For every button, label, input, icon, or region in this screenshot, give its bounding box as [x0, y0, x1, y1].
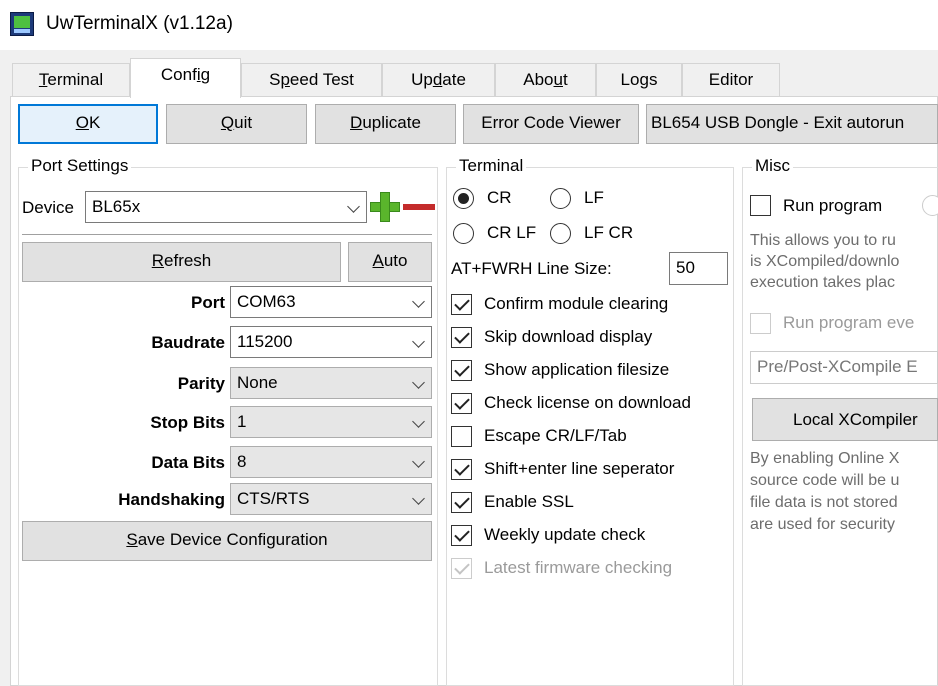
handshaking-combo[interactable]: CTS/RTS [230, 483, 432, 515]
latest-firmware-checking-checkbox[interactable] [451, 558, 472, 579]
enable-ssl-checkbox[interactable] [451, 492, 472, 513]
tab-about[interactable]: About [495, 63, 596, 96]
add-device-icon[interactable] [370, 192, 400, 222]
online-xcompile-desc-line2: source code will be u [750, 472, 900, 489]
chevron-down-icon [347, 200, 360, 213]
enable-ssl-label: Enable SSL [484, 492, 574, 511]
online-xcompile-desc-line4: are used for security [750, 516, 895, 533]
escape-crlftab-checkbox[interactable] [451, 426, 472, 447]
escape-crlftab-label: Escape CR/LF/Tab [484, 426, 627, 445]
device-label: Device [22, 198, 74, 217]
radio-lf-label: LF [584, 188, 604, 207]
handshaking-label: Handshaking [118, 490, 225, 509]
fwrh-line-size-label: AT+FWRH Line Size: [451, 259, 612, 278]
stop-bits-label: Stop Bits [150, 413, 225, 432]
latest-firmware-checking-label: Latest firmware checking [484, 558, 673, 577]
parity-combo[interactable]: None [230, 367, 432, 399]
parity-label: Parity [177, 374, 225, 393]
radio-crlf-label: CR LF [487, 223, 537, 242]
baudrate-combo[interactable]: 115200 [230, 326, 432, 358]
duplicate-button[interactable]: Duplicate [315, 104, 456, 144]
auto-button[interactable]: Auto [348, 242, 432, 282]
chevron-down-icon [412, 335, 425, 348]
chevron-down-icon [412, 455, 425, 468]
refresh-button[interactable]: Refresh [22, 242, 341, 282]
bl654-exit-autorun-button[interactable]: BL654 USB Dongle - Exit autorun [646, 104, 938, 144]
weekly-update-check-checkbox[interactable] [451, 525, 472, 546]
tab-config[interactable]: Config [130, 58, 241, 98]
confirm-module-clearing-checkbox[interactable] [451, 294, 472, 315]
local-xcompiler-button[interactable]: Local XCompiler [752, 398, 938, 441]
weekly-update-check-label: Weekly update check [484, 525, 646, 544]
radio-cr-label: CR [487, 188, 512, 207]
check-license-checkbox[interactable] [451, 393, 472, 414]
stop-bits-combo[interactable]: 1 [230, 406, 432, 438]
remove-device-icon[interactable] [403, 204, 435, 210]
radio-lf[interactable] [550, 188, 571, 209]
run-program-every-label: Run program eve [783, 313, 915, 332]
baudrate-label: Baudrate [151, 333, 225, 352]
chevron-down-icon [412, 295, 425, 308]
tab-terminal[interactable]: Terminal [12, 63, 130, 96]
port-settings-title: Port Settings [28, 156, 132, 176]
run-program-desc-line2: is XCompiled/downlo [750, 253, 900, 270]
app-icon [10, 12, 34, 36]
data-bits-combo[interactable]: 8 [230, 446, 432, 478]
run-program-every-checkbox[interactable] [750, 313, 771, 334]
shift-enter-separator-label: Shift+enter line seperator [484, 459, 675, 478]
shift-enter-separator-checkbox[interactable] [451, 459, 472, 480]
confirm-module-clearing-label: Confirm module clearing [484, 294, 669, 313]
radio-cr[interactable] [453, 188, 474, 209]
window-title: UwTerminalX (v1.12a) [46, 13, 233, 34]
quit-button[interactable]: Quit [166, 104, 307, 144]
run-program-checkbox[interactable] [750, 195, 771, 216]
run-program-desc-line1: This allows you to ru [750, 232, 896, 249]
tab-speed-test[interactable]: Speed Test [241, 63, 382, 96]
ok-button[interactable]: OK [18, 104, 158, 144]
show-application-filesize-label: Show application filesize [484, 360, 670, 379]
tab-update[interactable]: Update [382, 63, 495, 96]
show-application-filesize-checkbox[interactable] [451, 360, 472, 381]
check-license-label: Check license on download [484, 393, 691, 412]
save-device-configuration-button[interactable]: Save Device Configuration [22, 521, 432, 561]
radio-lfcr[interactable] [550, 223, 571, 244]
run-program-label: Run program [783, 196, 883, 215]
device-combo[interactable]: BL65x [85, 191, 367, 223]
port-label: Port [191, 293, 225, 312]
run-program-radio[interactable] [922, 195, 938, 216]
skip-download-display-label: Skip download display [484, 327, 653, 346]
online-xcompile-desc-line1: By enabling Online X [750, 450, 900, 467]
tab-editor[interactable]: Editor [682, 63, 780, 96]
port-combo[interactable]: COM63 [230, 286, 432, 318]
error-code-viewer-button[interactable]: Error Code Viewer [463, 104, 639, 144]
online-xcompile-desc-line3: file data is not stored [750, 494, 898, 511]
radio-lfcr-label: LF CR [584, 223, 634, 242]
chevron-down-icon [412, 492, 425, 505]
tab-logs[interactable]: Logs [596, 63, 682, 96]
pre-post-xcompile-input[interactable]: Pre/Post-XCompile E [750, 351, 938, 384]
chevron-down-icon [412, 376, 425, 389]
skip-download-display-checkbox[interactable] [451, 327, 472, 348]
terminal-title: Terminal [456, 156, 527, 176]
divider [22, 234, 432, 236]
radio-crlf[interactable] [453, 223, 474, 244]
data-bits-label: Data Bits [151, 453, 225, 472]
run-program-desc-line3: execution takes plac [750, 274, 895, 291]
fwrh-line-size-input[interactable]: 50 [669, 252, 728, 285]
chevron-down-icon [412, 415, 425, 428]
misc-title: Misc [752, 156, 793, 176]
